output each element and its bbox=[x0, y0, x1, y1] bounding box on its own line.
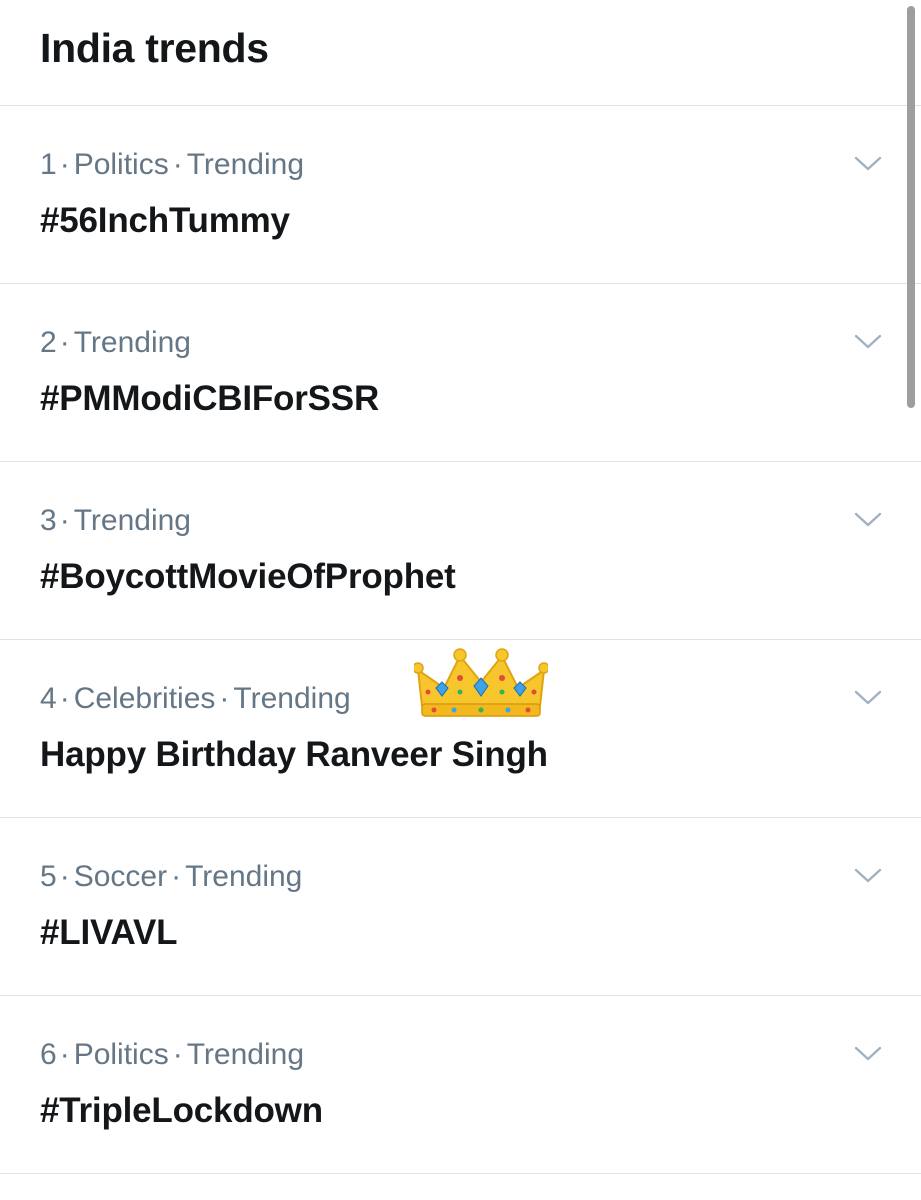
trend-name[interactable]: #BoycottMovieOfProphet bbox=[40, 557, 456, 597]
scrollbar[interactable] bbox=[907, 6, 915, 408]
trend-meta: 5 · Soccer · Trending bbox=[40, 860, 303, 893]
trend-category: Soccer bbox=[73, 860, 168, 893]
trend-rank: 2 bbox=[40, 326, 57, 359]
trend-name[interactable]: #PMModiCBIForSSR bbox=[40, 379, 379, 419]
trend-category: Politics bbox=[73, 148, 169, 181]
chevron-down-icon[interactable] bbox=[853, 1044, 883, 1064]
trend-rank: 5 bbox=[40, 860, 57, 893]
trend-rank: 3 bbox=[40, 504, 57, 537]
trend-name[interactable]: #LIVAVL bbox=[40, 913, 178, 953]
chevron-down-icon[interactable] bbox=[853, 688, 883, 708]
trend-meta: 6 · Politics · Trending bbox=[40, 1038, 305, 1071]
trend-category: Celebrities bbox=[73, 682, 216, 715]
chevron-down-icon[interactable] bbox=[853, 332, 883, 352]
chevron-down-icon[interactable] bbox=[853, 154, 883, 174]
trend-rank: 6 bbox=[40, 1038, 57, 1071]
trend-category: Politics bbox=[73, 1038, 169, 1071]
trend-status: Trending bbox=[233, 682, 351, 715]
trend-status: Trending bbox=[73, 504, 191, 537]
page-title: India trends bbox=[40, 25, 269, 71]
trend-item[interactable]: 5 · Soccer · Trending #LIVAVL bbox=[0, 818, 921, 996]
trend-rank: 4 bbox=[40, 682, 57, 715]
trend-item[interactable]: 4 · Celebrities · Trending Happy Birthda… bbox=[0, 640, 921, 818]
trend-status: Trending bbox=[186, 148, 305, 181]
trend-item[interactable]: 3 · Trending #BoycottMovieOfProphet bbox=[0, 462, 921, 640]
trend-meta: 3 · Trending bbox=[40, 504, 191, 537]
crown-icon bbox=[412, 648, 550, 720]
trend-name[interactable]: Happy Birthday Ranveer Singh bbox=[40, 735, 548, 775]
trend-name[interactable]: #TripleLockdown bbox=[40, 1091, 323, 1131]
trend-status: Trending bbox=[185, 860, 303, 893]
trend-item[interactable]: 1 · Politics · Trending #56InchTummy bbox=[0, 106, 921, 284]
trend-item[interactable]: 6 · Politics · Trending #TripleLockdown bbox=[0, 996, 921, 1174]
trend-rank: 1 bbox=[40, 148, 57, 181]
trend-status: Trending bbox=[73, 326, 191, 359]
chevron-down-icon[interactable] bbox=[853, 866, 883, 886]
chevron-down-icon[interactable] bbox=[853, 510, 883, 530]
trend-name[interactable]: #56InchTummy bbox=[40, 201, 290, 241]
trend-meta: 2 · Trending bbox=[40, 326, 191, 359]
trend-item[interactable]: 2 · Trending #PMModiCBIForSSR bbox=[0, 284, 921, 462]
trend-status: Trending bbox=[186, 1038, 305, 1071]
page-header: India trends bbox=[0, 0, 921, 106]
trend-meta: 4 · Celebrities · Trending bbox=[40, 682, 351, 715]
trend-meta: 1 · Politics · Trending bbox=[40, 148, 305, 181]
